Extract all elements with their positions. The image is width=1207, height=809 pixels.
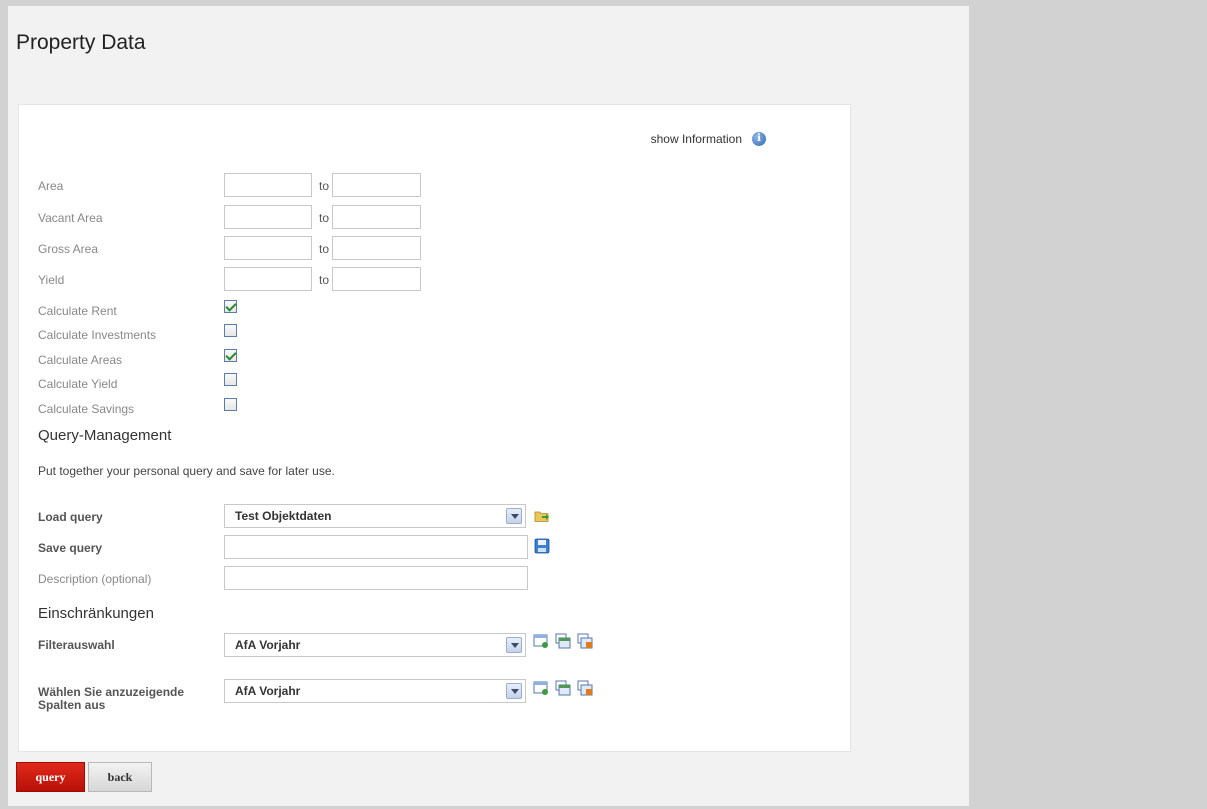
area-from-input[interactable] <box>224 173 312 197</box>
vacant-area-label: Vacant Area <box>38 211 103 225</box>
calculate-savings-label: Calculate Savings <box>38 402 135 416</box>
page: Property Data show Information i Area to… <box>8 6 969 806</box>
calculate-rent-checkbox[interactable] <box>224 300 237 313</box>
load-query-label: Load query <box>38 510 103 524</box>
delete-filter-icon[interactable] <box>577 633 593 649</box>
save-query-input[interactable] <box>224 535 528 559</box>
filter-selection-select[interactable]: AfA Vorjahr <box>224 633 526 657</box>
back-button[interactable]: back <box>88 762 152 792</box>
vacant-area-from-input[interactable] <box>224 205 312 229</box>
area-to-label: to <box>319 179 330 193</box>
save-query-label: Save query <box>38 541 103 555</box>
gross-area-to-label: to <box>319 242 330 256</box>
select-columns-value: AfA Vorjahr <box>235 684 301 698</box>
edit-columns-icon[interactable] <box>555 680 571 696</box>
edit-filter-icon[interactable] <box>555 633 571 649</box>
calculate-investments-checkbox[interactable] <box>224 324 237 337</box>
save-disk-icon[interactable] <box>534 538 550 554</box>
load-query-select[interactable]: Test Objektdaten <box>224 504 526 528</box>
calculate-rent-label: Calculate Rent <box>38 304 117 318</box>
chevron-down-icon[interactable] <box>506 508 522 524</box>
area-label: Area <box>38 179 64 193</box>
chevron-down-icon[interactable] <box>506 637 522 653</box>
page-title: Property Data <box>16 31 146 54</box>
gross-area-label: Gross Area <box>38 242 99 256</box>
select-columns-label: Wählen Sie anzuzeigende Spalten aus <box>38 685 185 712</box>
calculate-yield-label: Calculate Yield <box>38 377 118 391</box>
delete-columns-icon[interactable] <box>577 680 593 696</box>
info-icon[interactable]: i <box>752 132 766 146</box>
yield-to-label: to <box>319 273 330 287</box>
new-columns-icon[interactable] <box>533 680 549 696</box>
select-columns-select[interactable]: AfA Vorjahr <box>224 679 526 703</box>
show-information-link[interactable]: show Information i <box>651 132 766 146</box>
calculate-areas-label: Calculate Areas <box>38 353 123 367</box>
query-button[interactable]: query <box>16 762 85 792</box>
query-management-description: Put together your personal query and sav… <box>38 464 335 478</box>
show-information-label: show Information <box>650 132 742 146</box>
calculate-yield-checkbox[interactable] <box>224 373 237 386</box>
form-panel: show Information i Area to Vacant Area t… <box>18 104 851 752</box>
area-to-input[interactable] <box>332 173 421 197</box>
calculate-investments-label: Calculate Investments <box>38 328 157 342</box>
restrictions-heading: Einschränkungen <box>38 605 154 622</box>
vacant-area-to-label: to <box>319 211 330 225</box>
calculate-areas-checkbox[interactable] <box>224 349 237 362</box>
gross-area-to-input[interactable] <box>332 236 421 260</box>
vacant-area-to-input[interactable] <box>332 205 421 229</box>
yield-to-input[interactable] <box>332 267 421 291</box>
chevron-down-icon[interactable] <box>506 683 522 699</box>
new-filter-icon[interactable] <box>533 633 549 649</box>
load-query-value: Test Objektdaten <box>235 509 332 523</box>
load-folder-icon[interactable] <box>534 508 550 524</box>
calculate-savings-checkbox[interactable] <box>224 398 237 411</box>
yield-label: Yield <box>38 273 65 287</box>
query-management-heading: Query-Management <box>38 427 172 444</box>
filter-selection-value: AfA Vorjahr <box>235 638 301 652</box>
gross-area-from-input[interactable] <box>224 236 312 260</box>
description-input[interactable] <box>224 566 528 590</box>
yield-from-input[interactable] <box>224 267 312 291</box>
filter-selection-label: Filterauswahl <box>38 638 115 652</box>
description-label: Description (optional) <box>38 572 152 586</box>
